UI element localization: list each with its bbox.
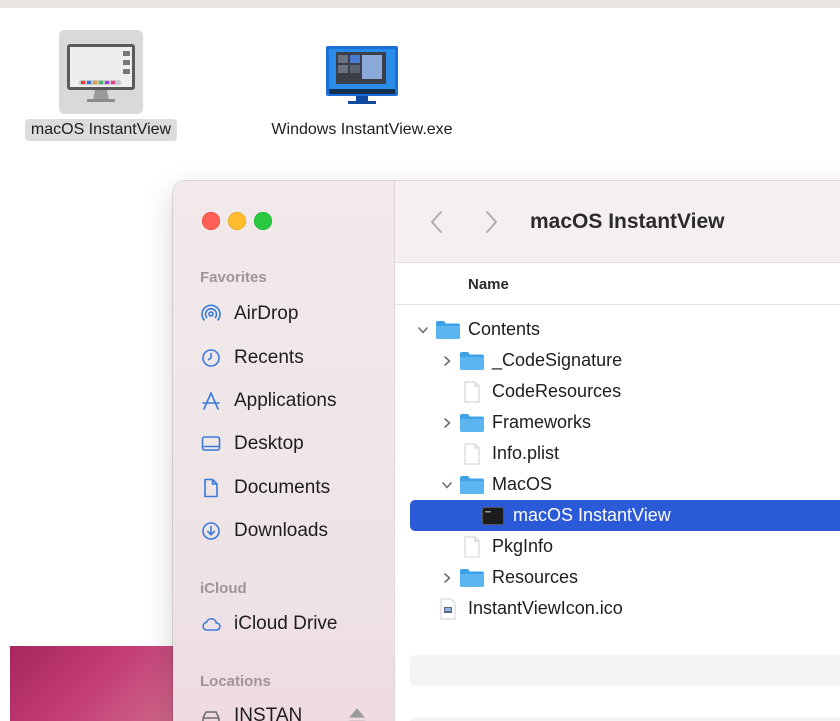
sidebar-item-label: AirDrop [234,303,299,324]
file-icon [459,381,485,403]
sidebar-section-icloud: iCloud [200,580,247,597]
chevron-left-icon [431,211,442,233]
desktop-icon-macos-instantview[interactable]: macOS InstantView [10,30,192,141]
list-item-frameworks[interactable]: Frameworks [410,407,840,438]
item-name: Contents [468,319,541,339]
sidebar-item-label: Downloads [234,520,328,541]
file-icon [459,536,485,558]
list-item-codesignature[interactable]: _CodeSignature [410,345,840,376]
clock-icon [200,347,222,369]
desktop-icon-windows-instantview[interactable]: Windows InstantView.exe [250,30,474,139]
disclosure-collapsed-icon[interactable] [439,353,455,369]
list-item-resources[interactable]: Resources [410,562,840,593]
window-controls [202,212,272,230]
list-item-pkginfo[interactable]: PkgInfo [410,531,840,562]
monitor-icon [67,44,135,102]
desktop-wallpaper [10,646,180,721]
sidebar-item-label: Applications [234,390,337,411]
finder-toolbar: macOS InstantView [395,181,840,263]
disclosure-collapsed-icon[interactable] [439,415,455,431]
sidebar-item-label: iCloud Drive [234,613,338,634]
sidebar-item-label: Documents [234,477,331,498]
column-header-name[interactable]: Name [395,263,840,305]
item-name: Frameworks [492,412,592,432]
file-icon [459,443,485,465]
disclosure-expanded-icon[interactable] [415,322,431,338]
item-name: macOS InstantView [513,505,671,525]
disclosure-expanded-icon[interactable] [439,477,455,493]
sidebar-item-desktop[interactable]: Desktop [200,429,304,459]
finder-window: Favorites AirDrop Recents Applications D… [173,181,840,721]
drive-icon [200,705,222,721]
empty-row [410,717,840,721]
sidebar-item-label: Desktop [234,433,304,454]
windows-monitor-icon [326,46,398,104]
minimize-button[interactable] [228,212,246,230]
back-button[interactable] [425,207,449,237]
sidebar-item-airdrop[interactable]: AirDrop [200,299,298,329]
sidebar-section-locations: Locations [200,673,271,690]
list-item-instantviewicon-ico[interactable]: InstantViewIcon.ico [410,593,840,624]
item-name: InstantViewIcon.ico [468,598,623,618]
applications-icon [200,390,222,412]
window-title: macOS InstantView [530,210,725,233]
chevron-right-icon [486,211,497,233]
forward-button[interactable] [479,207,503,237]
item-name: _CodeSignature [492,350,623,370]
disclosure-collapsed-icon[interactable] [439,570,455,586]
sidebar-item-label: INSTAN [234,705,303,721]
ico-file-icon [435,598,461,620]
close-button[interactable] [202,212,220,230]
sidebar-item-documents[interactable]: Documents [200,473,330,503]
sidebar-item-applications[interactable]: Applications [200,386,336,416]
column-header-label: Name [468,276,509,293]
empty-row [410,655,840,686]
item-name: CodeResources [492,381,622,401]
terminal-executable-icon [480,505,506,527]
list-item-macos-instantview[interactable]: macOS InstantView [410,500,840,531]
item-name: PkgInfo [492,536,554,556]
airdrop-icon [200,303,222,325]
cloud-icon [200,613,222,635]
list-item-info-plist[interactable]: Info.plist [410,438,840,469]
sidebar-section-favorites: Favorites [200,269,267,286]
app-thumbnail [59,30,143,114]
document-icon [200,477,222,499]
folder-icon [459,412,485,434]
sidebar-item-recents[interactable]: Recents [200,343,304,373]
item-name: Resources [492,567,579,587]
top-strip [0,0,840,8]
list-item-contents[interactable]: Contents [410,314,840,345]
eject-icon[interactable] [346,705,368,721]
sidebar-item-label: Recents [234,347,304,368]
sidebar-item-downloads[interactable]: Downloads [200,516,328,546]
item-name: Info.plist [492,443,560,463]
zoom-button[interactable] [254,212,272,230]
desktop-icon [200,433,222,455]
folder-icon [459,474,485,496]
finder-sidebar: Favorites AirDrop Recents Applications D… [173,181,395,721]
folder-icon [459,567,485,589]
folder-icon [459,350,485,372]
list-item-coderesources[interactable]: CodeResources [410,376,840,407]
item-name: MacOS [492,474,553,494]
sidebar-item-icloud-drive[interactable]: iCloud Drive [200,609,337,639]
desktop-icon-label: Windows InstantView.exe [271,121,453,138]
download-icon [200,520,222,542]
app-thumbnail [320,30,404,114]
desktop-icon-label: macOS InstantView [24,119,178,141]
list-item-macos[interactable]: MacOS [410,469,840,500]
folder-icon [435,319,461,341]
finder-content: macOS InstantView Name Contents _CodeSig… [395,181,840,721]
sidebar-item-instan-drive[interactable]: INSTAN [200,701,368,721]
